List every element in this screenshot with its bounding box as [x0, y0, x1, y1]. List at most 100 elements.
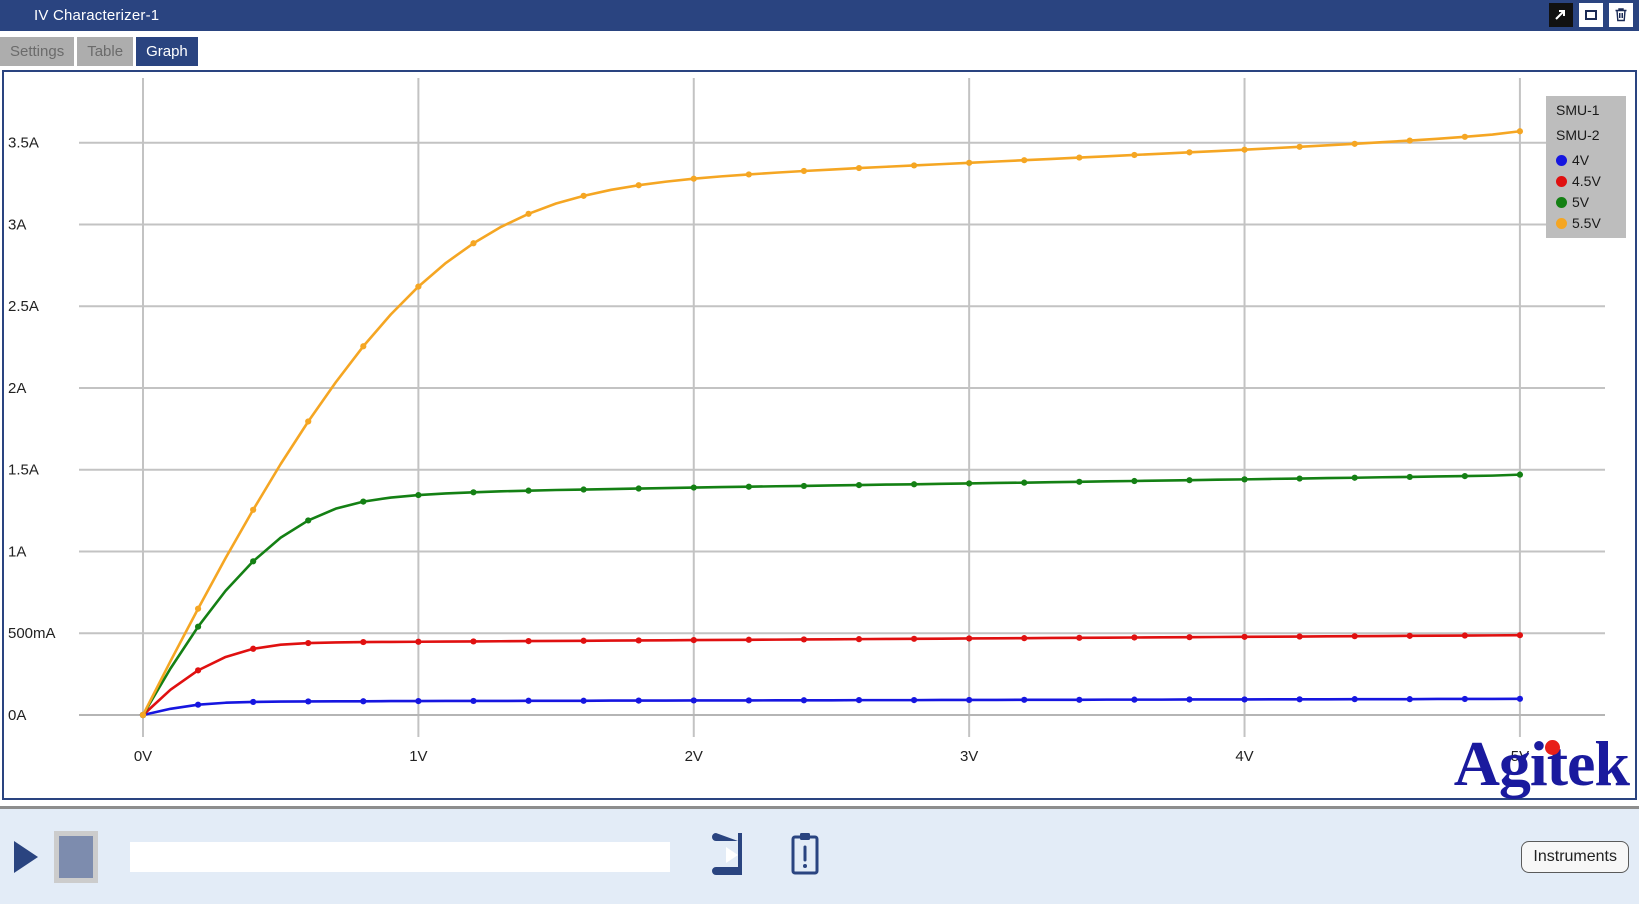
data-point — [911, 636, 917, 642]
legend-item-label: 4.5V — [1572, 173, 1616, 189]
data-point — [1352, 633, 1358, 639]
data-point — [801, 168, 807, 174]
data-point — [470, 698, 476, 704]
data-point — [801, 483, 807, 489]
y-axis-tick-label: 1A — [8, 543, 26, 560]
tab-settings[interactable]: Settings — [0, 37, 74, 66]
data-point — [305, 517, 311, 523]
data-point — [636, 182, 642, 188]
series-line-5.5V — [143, 131, 1520, 715]
data-point — [1076, 697, 1082, 703]
data-point — [1407, 633, 1413, 639]
tab-table[interactable]: Table — [77, 37, 133, 66]
data-point — [1186, 477, 1192, 483]
x-axis-tick-label: 1V — [409, 748, 427, 765]
data-point — [195, 702, 201, 708]
data-point — [1241, 476, 1247, 482]
data-point — [1352, 696, 1358, 702]
data-point — [140, 712, 146, 718]
legend-item-1[interactable]: 4.5V — [1556, 173, 1616, 189]
data-point — [470, 240, 476, 246]
series-line-4V — [143, 699, 1520, 715]
data-point — [691, 637, 697, 643]
y-axis-tick-label: 2A — [8, 380, 26, 397]
data-point — [360, 343, 366, 349]
logo-dot-icon — [1545, 740, 1560, 755]
data-point — [581, 638, 587, 644]
data-point — [1131, 634, 1137, 640]
legend-color-swatch — [1556, 176, 1567, 187]
data-point — [415, 283, 421, 289]
data-point — [1462, 473, 1468, 479]
x-axis-tick-label: 2V — [685, 748, 703, 765]
legend-item-0[interactable]: 4V — [1556, 152, 1616, 168]
data-point — [525, 698, 531, 704]
data-point — [250, 507, 256, 513]
data-point — [1297, 144, 1303, 150]
legend-item-2[interactable]: 5V — [1556, 194, 1616, 210]
legend-heading-smu2: SMU-2 — [1556, 127, 1616, 143]
data-point — [856, 482, 862, 488]
data-point — [525, 211, 531, 217]
stop-button[interactable] — [54, 831, 98, 883]
legend-color-swatch — [1556, 155, 1567, 166]
data-point — [195, 667, 201, 673]
window-title-bar: IV Characterizer-1 — [0, 0, 1639, 31]
play-icon[interactable] — [14, 841, 38, 873]
data-point — [856, 697, 862, 703]
data-point — [691, 176, 697, 182]
data-point — [966, 635, 972, 641]
data-point — [360, 698, 366, 704]
graph-panel[interactable]: 0A500mA1A1.5A2A2.5A3A3.5A0V1V2V3V4V5V SM… — [2, 70, 1637, 800]
series-line-4.5V — [143, 635, 1520, 715]
y-axis-tick-label: 2.5A — [8, 298, 39, 315]
data-point — [856, 165, 862, 171]
data-point — [360, 639, 366, 645]
data-point — [1076, 635, 1082, 641]
data-point — [195, 606, 201, 612]
tab-bar: Settings Table Graph — [0, 31, 1639, 70]
data-point — [1021, 157, 1027, 163]
data-point — [305, 640, 311, 646]
data-point — [1076, 479, 1082, 485]
data-point — [415, 639, 421, 645]
chart-legend[interactable]: SMU-1 SMU-2 4V 4.5V 5V 5.5V — [1546, 96, 1626, 238]
legend-heading-smu1: SMU-1 — [1556, 102, 1616, 118]
data-point — [636, 698, 642, 704]
data-point — [581, 486, 587, 492]
instruments-button[interactable]: Instruments — [1521, 841, 1629, 873]
data-point — [1076, 154, 1082, 160]
data-point — [525, 488, 531, 494]
data-point — [1241, 634, 1247, 640]
data-point — [1186, 634, 1192, 640]
restore-icon[interactable] — [1579, 3, 1603, 27]
legend-item-label: 5.5V — [1572, 215, 1616, 231]
data-point — [636, 485, 642, 491]
clipboard-icon[interactable] — [788, 831, 822, 882]
data-point — [966, 480, 972, 486]
data-point — [525, 638, 531, 644]
data-point — [1241, 696, 1247, 702]
data-point — [1517, 632, 1523, 638]
command-input[interactable] — [130, 842, 670, 872]
data-point — [1297, 475, 1303, 481]
data-point — [581, 698, 587, 704]
data-point — [1131, 697, 1137, 703]
data-point — [1517, 128, 1523, 134]
data-point — [1462, 696, 1468, 702]
legend-item-3[interactable]: 5.5V — [1556, 215, 1616, 231]
data-point — [1131, 152, 1137, 158]
data-point — [1297, 633, 1303, 639]
trash-icon[interactable] — [1609, 3, 1633, 27]
data-point — [746, 484, 752, 490]
tab-graph[interactable]: Graph — [136, 37, 198, 66]
x-axis-tick-label: 0V — [134, 748, 152, 765]
agitek-logo: Agitek — [1454, 732, 1629, 796]
expand-icon[interactable] — [1549, 3, 1573, 27]
data-point — [636, 637, 642, 643]
data-point — [966, 697, 972, 703]
data-point — [691, 484, 697, 490]
data-point — [1241, 147, 1247, 153]
script-book-icon[interactable] — [710, 831, 748, 882]
data-point — [415, 698, 421, 704]
